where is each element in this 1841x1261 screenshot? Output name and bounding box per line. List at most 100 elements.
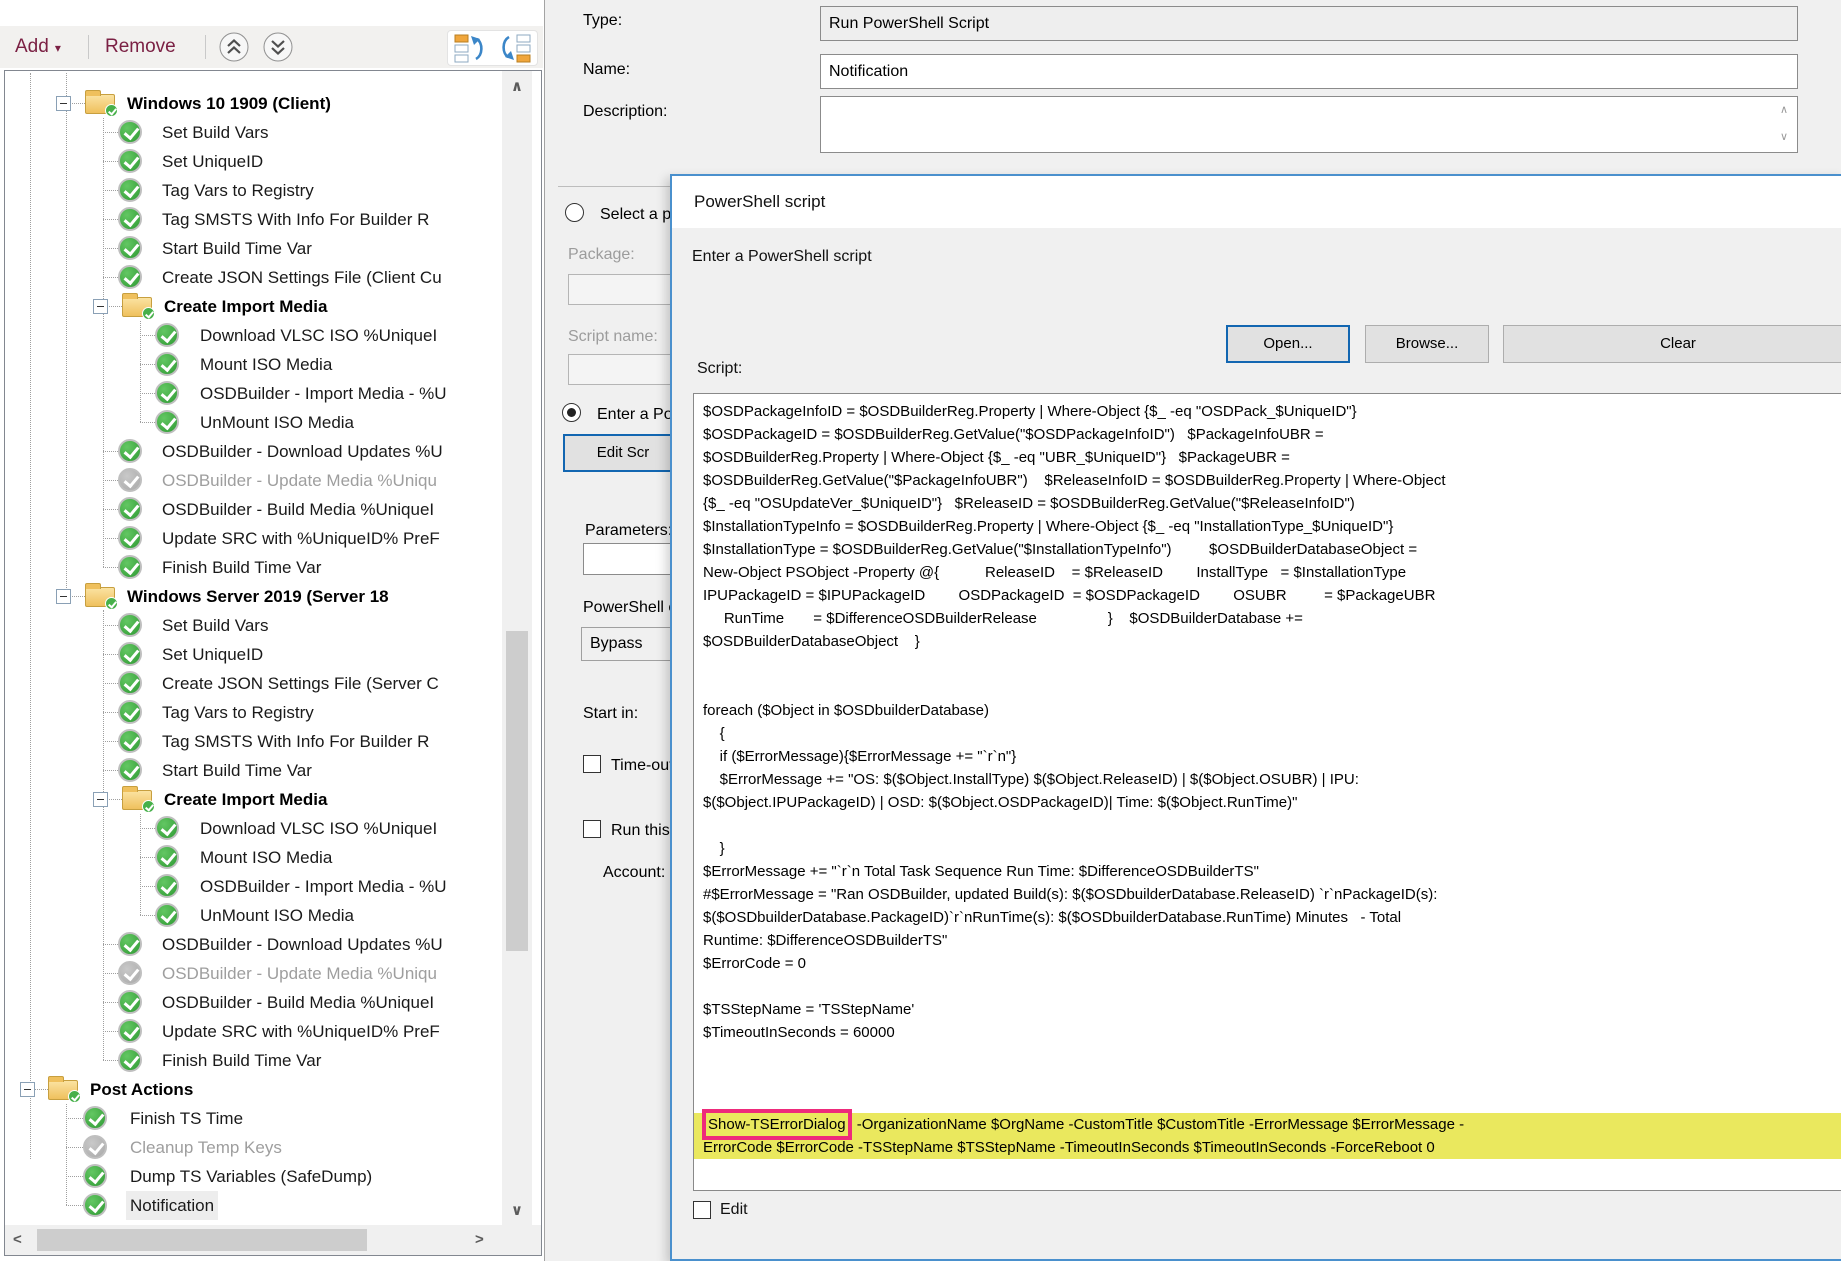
tree-step-row[interactable]: OSDBuilder - Download Updates %U bbox=[5, 437, 502, 466]
step-disabled-icon bbox=[118, 961, 142, 985]
chevron-double-down-icon bbox=[262, 31, 294, 63]
step-success-icon bbox=[118, 932, 142, 956]
tree-step-row[interactable]: Mount ISO Media bbox=[5, 350, 502, 379]
group-success-badge-icon bbox=[105, 104, 118, 117]
show-tserrordialog-callout: Show-TSErrorDialog bbox=[702, 1109, 852, 1140]
tree-step-row[interactable]: Tag Vars to Registry bbox=[5, 698, 502, 727]
tree-step-row[interactable]: Tag Vars to Registry bbox=[5, 176, 502, 205]
clear-button[interactable]: Clear bbox=[1503, 325, 1841, 363]
tree-step-row[interactable]: UnMount ISO Media bbox=[5, 408, 502, 437]
edit-checkbox[interactable] bbox=[693, 1201, 711, 1219]
collapse-tree-icon[interactable] bbox=[454, 33, 486, 63]
tree-step-row[interactable]: Create JSON Settings File (Client Cu bbox=[5, 263, 502, 292]
timeout-checkbox[interactable] bbox=[583, 755, 601, 773]
tree-step-row[interactable]: Start Build Time Var bbox=[5, 756, 502, 785]
tree-step-row[interactable]: Download VLSC ISO %UniqueI bbox=[5, 814, 502, 843]
tree-group-row[interactable]: Create Import Media bbox=[5, 785, 502, 814]
tree-collapse-toggle-icon[interactable] bbox=[93, 792, 108, 807]
tree-step-row[interactable]: Update SRC with %UniqueID% PreF bbox=[5, 524, 502, 553]
enter-script-radio[interactable] bbox=[562, 403, 581, 422]
dialog-title: PowerShell script bbox=[694, 192, 825, 212]
tree-step-row[interactable]: Set Build Vars bbox=[5, 611, 502, 640]
tree-step-row[interactable]: OSDBuilder - Build Media %UniqueI bbox=[5, 988, 502, 1017]
dialog-titlebar[interactable]: PowerShell script bbox=[672, 176, 1841, 228]
tree-item-label: OSDBuilder - Update Media %Uniqu bbox=[162, 466, 437, 495]
horizontal-scroll-thumb[interactable] bbox=[37, 1229, 367, 1251]
tree-step-row[interactable]: Finish Build Time Var bbox=[5, 553, 502, 582]
expand-tree-icon[interactable] bbox=[499, 33, 531, 63]
tree-step-row[interactable]: Start Build Time Var bbox=[5, 234, 502, 263]
tree-step-row[interactable]: UnMount ISO Media bbox=[5, 901, 502, 930]
tree-step-row[interactable]: Tag SMSTS With Info For Builder R bbox=[5, 727, 502, 756]
tree-collapse-toggle-icon[interactable] bbox=[93, 299, 108, 314]
tree-step-row[interactable]: Finish Build Time Var bbox=[5, 1046, 502, 1075]
tree-step-row[interactable]: OSDBuilder - Import Media - %U bbox=[5, 379, 502, 408]
tree-step-row[interactable]: OSDBuilder - Build Media %UniqueI bbox=[5, 495, 502, 524]
scroll-down-icon[interactable]: ∨ bbox=[1780, 130, 1788, 143]
tree-step-row[interactable]: OSDBuilder - Update Media %Uniqu bbox=[5, 466, 502, 495]
group-folder-icon bbox=[48, 1080, 78, 1100]
run-step-checkbox[interactable] bbox=[583, 820, 601, 838]
move-down-button[interactable] bbox=[262, 31, 294, 63]
tree-group-row[interactable]: Windows Server 2019 (Server 18 bbox=[5, 582, 502, 611]
tree-horizontal-scrollbar[interactable]: < > bbox=[5, 1225, 502, 1255]
tree-step-row[interactable]: Notification bbox=[5, 1191, 502, 1220]
open-button[interactable]: Open... bbox=[1226, 325, 1350, 363]
tree-step-row[interactable]: Mount ISO Media bbox=[5, 843, 502, 872]
tree-connector-stub bbox=[103, 190, 118, 191]
tree-group-row[interactable]: Create Import Media bbox=[5, 292, 502, 321]
dialog-subtitle: Enter a PowerShell script bbox=[692, 248, 872, 266]
step-success-icon bbox=[118, 613, 142, 637]
step-success-icon bbox=[118, 700, 142, 724]
script-textbox[interactable]: $OSDPackageInfoID = $OSDBuilderReg.Prope… bbox=[693, 393, 1841, 1191]
tree-collapse-toggle-icon[interactable] bbox=[56, 96, 71, 111]
step-success-icon bbox=[118, 758, 142, 782]
chevron-double-up-icon bbox=[218, 31, 250, 63]
scroll-up-icon[interactable]: ∧ bbox=[502, 77, 532, 95]
tree-step-row[interactable]: OSDBuilder - Download Updates %U bbox=[5, 930, 502, 959]
tree-group-row[interactable]: Post Actions bbox=[5, 1075, 502, 1104]
tree-vertical-scrollbar[interactable]: ∧ ∨ bbox=[502, 71, 532, 1225]
add-button[interactable]: Add▾ bbox=[15, 26, 61, 68]
description-input[interactable] bbox=[820, 96, 1798, 153]
script-line: IPUPackageID = $IPUPackageID OSDPackageI… bbox=[703, 584, 1841, 607]
tree-item-label: OSDBuilder - Download Updates %U bbox=[162, 437, 443, 466]
scroll-down-icon[interactable]: ∨ bbox=[502, 1201, 532, 1219]
tree-step-row[interactable]: Update SRC with %UniqueID% PreF bbox=[5, 1017, 502, 1046]
tree-item-label: Tag SMSTS With Info For Builder R bbox=[162, 205, 429, 234]
tree-collapse-toggle-icon[interactable] bbox=[20, 1082, 35, 1097]
scroll-right-icon[interactable]: > bbox=[475, 1231, 484, 1248]
move-up-button[interactable] bbox=[218, 31, 250, 63]
tree-collapse-toggle-icon[interactable] bbox=[56, 589, 71, 604]
tree-step-row[interactable]: Download VLSC ISO %UniqueI bbox=[5, 321, 502, 350]
tree-connector-stub bbox=[140, 393, 155, 394]
edit-script-button[interactable]: Edit Scr bbox=[563, 434, 683, 472]
scroll-up-icon[interactable]: ∧ bbox=[1780, 103, 1788, 116]
tree-item-label: UnMount ISO Media bbox=[200, 408, 354, 437]
tree-step-row[interactable]: Cleanup Temp Keys bbox=[5, 1133, 502, 1162]
tree-step-row[interactable]: Set UniqueID bbox=[5, 640, 502, 669]
parameters-label: Parameters: bbox=[585, 522, 672, 540]
parameters-input[interactable] bbox=[583, 543, 683, 575]
tree-step-row[interactable]: Create JSON Settings File (Server C bbox=[5, 669, 502, 698]
vertical-scroll-thumb[interactable] bbox=[506, 631, 528, 951]
tree-step-row[interactable]: OSDBuilder - Update Media %Uniqu bbox=[5, 959, 502, 988]
script-line bbox=[703, 814, 1841, 837]
tree-group-row[interactable]: Windows 10 1909 (Client) bbox=[5, 89, 502, 118]
scroll-left-icon[interactable]: < bbox=[13, 1231, 22, 1248]
script-line bbox=[703, 676, 1841, 699]
tree-step-row[interactable]: Dump TS Variables (SafeDump) bbox=[5, 1162, 502, 1191]
name-input[interactable]: Notification bbox=[820, 54, 1798, 89]
tree-step-row[interactable]: Set Build Vars bbox=[5, 118, 502, 147]
select-package-radio[interactable] bbox=[565, 203, 584, 222]
remove-button[interactable]: Remove bbox=[105, 26, 176, 68]
tree-step-row[interactable]: OSDBuilder - Import Media - %U bbox=[5, 872, 502, 901]
step-success-icon bbox=[155, 323, 179, 347]
tree-connector-stub bbox=[66, 1147, 83, 1148]
tree-step-row[interactable]: Finish TS Time bbox=[5, 1104, 502, 1133]
tree-connector-stub bbox=[103, 161, 118, 162]
browse-button[interactable]: Browse... bbox=[1365, 325, 1489, 363]
tree-step-row[interactable]: Tag SMSTS With Info For Builder R bbox=[5, 205, 502, 234]
policy-dropdown[interactable]: Bypass bbox=[581, 627, 683, 661]
tree-step-row[interactable]: Set UniqueID bbox=[5, 147, 502, 176]
